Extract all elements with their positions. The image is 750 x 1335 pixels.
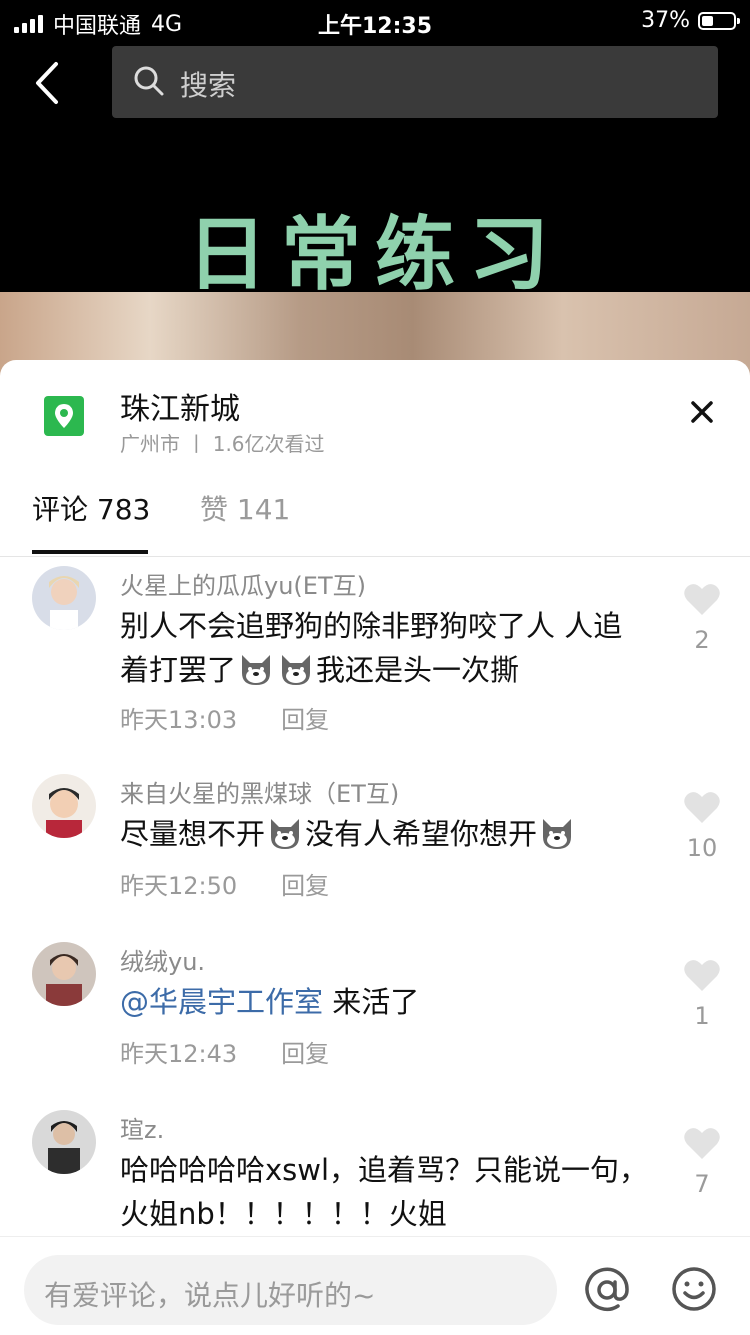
like-button[interactable]: 2	[682, 582, 722, 654]
search-placeholder: 搜索	[180, 69, 237, 102]
smile-icon	[672, 1267, 716, 1311]
comment-username[interactable]: 来自火星的黑煤球（ET互)	[120, 774, 399, 809]
at-icon	[585, 1267, 629, 1312]
comment-input-placeholder: 有爱评论，说点儿好听的~	[44, 1279, 376, 1312]
status-right: 37%	[641, 8, 740, 33]
reply-button[interactable]: 回复	[281, 706, 329, 734]
tab-indicator	[32, 550, 148, 554]
tab-likes[interactable]: 赞 141	[200, 488, 290, 528]
like-count: 1	[694, 1002, 710, 1030]
battery-icon	[698, 11, 740, 30]
comment-meta: 昨天12:50 回复	[120, 866, 329, 901]
like-button[interactable]: 7	[682, 1126, 722, 1198]
comment-text-part: 来活了	[323, 985, 420, 1019]
like-count: 10	[686, 834, 718, 862]
location-subtitle: 广州市 丨 1.6亿次看过	[120, 432, 325, 456]
video-title: 日常练习	[187, 208, 563, 301]
mention-button[interactable]	[584, 1267, 630, 1313]
like-button[interactable]: 10	[682, 790, 722, 862]
location-name[interactable]: 珠江新城	[120, 384, 240, 428]
comment-text-part: 尽量想不开	[120, 817, 266, 851]
comment-text: @华晨宇工作室 来活了	[120, 980, 650, 1024]
avatar[interactable]	[32, 1110, 96, 1174]
like-count: 7	[694, 1170, 710, 1198]
reply-button[interactable]: 回复	[281, 872, 329, 900]
emoji-button[interactable]	[670, 1265, 718, 1313]
heart-icon	[684, 960, 720, 991]
search-icon	[134, 66, 164, 96]
heart-icon	[684, 584, 720, 615]
mention-link[interactable]: @华晨宇工作室	[120, 985, 323, 1019]
comment-username[interactable]: 瑄z.	[120, 1110, 164, 1145]
comment-input[interactable]: 有爱评论，说点儿好听的~	[24, 1255, 557, 1325]
search-bar[interactable]: 搜索	[112, 46, 718, 118]
heart-icon	[684, 792, 720, 823]
dog-emoji-icon	[278, 651, 314, 687]
tab-bar: 评论 783 赞 141	[0, 470, 750, 557]
back-button[interactable]	[26, 58, 70, 108]
comment-time: 昨天13:03	[120, 706, 238, 734]
dog-emoji-icon	[238, 651, 274, 687]
battery-percent: 37%	[641, 8, 690, 33]
comment-input-bar: 有爱评论，说点儿好听的~	[0, 1236, 750, 1335]
comment-username[interactable]: 绒绒yu.	[120, 942, 205, 977]
clock: 上午12:35	[317, 14, 433, 39]
comment-text: 哈哈哈哈哈xswl，追着骂？只能说一句，火姐nb！！！！！！火姐	[120, 1153, 649, 1231]
comment-time: 昨天12:50	[120, 872, 238, 900]
tab-comments[interactable]: 评论 783	[32, 488, 150, 528]
status-bar: 中国联通 4G 上午12:35 37%	[0, 0, 750, 42]
heart-icon	[684, 1128, 720, 1159]
comment-meta: 昨天13:03 回复	[120, 700, 329, 735]
avatar[interactable]	[32, 566, 96, 630]
reply-button[interactable]: 回复	[281, 1040, 329, 1068]
comment-time: 昨天12:43	[120, 1040, 238, 1068]
dog-emoji-icon	[539, 815, 575, 851]
comment-text: 尽量想不开 没有人希望你想开	[120, 812, 650, 856]
comment-text-part: 我还是头一次撕	[316, 653, 520, 687]
close-icon	[691, 401, 713, 423]
close-button[interactable]	[686, 396, 718, 428]
avatar[interactable]	[32, 774, 96, 838]
comment-text: 别人不会追野狗的除非野狗咬了人 人追着打罢了 我还是头一次撕	[120, 604, 650, 692]
comment-text-part: 没有人希望你想开	[305, 817, 538, 851]
chevron-left-icon	[36, 62, 58, 104]
location-pin-icon	[44, 396, 84, 436]
avatar[interactable]	[32, 942, 96, 1006]
comment-username[interactable]: 火星上的瓜瓜yu(ET互)	[120, 566, 366, 601]
dog-emoji-icon	[267, 815, 303, 851]
like-button[interactable]: 1	[682, 958, 722, 1030]
like-count: 2	[694, 626, 710, 654]
comment-sheet: 珠江新城 广州市 丨 1.6亿次看过 评论 783 赞 141 火星上的瓜瓜yu…	[0, 360, 750, 1334]
comment-meta: 昨天12:43 回复	[120, 1034, 329, 1069]
